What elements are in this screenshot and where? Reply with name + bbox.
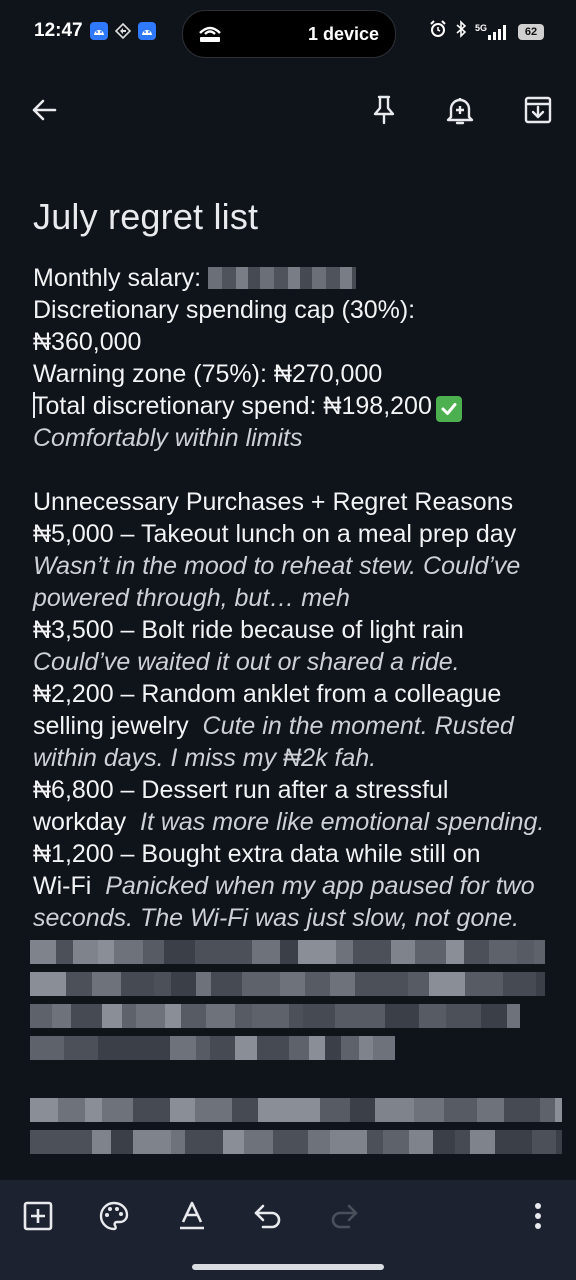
purchase-item-3-line2: selling jewelry — [33, 712, 189, 740]
purchase-item-3: ₦2,200 – Random anklet from a colleague — [33, 680, 502, 708]
palette-button[interactable] — [92, 1196, 136, 1240]
note-body[interactable]: Monthly salary: Discretionary spending c… — [33, 262, 558, 934]
bell-plus-icon — [446, 95, 474, 130]
purchase-item-5-cont: Wi-Fi Panicked when my app paused for tw… — [33, 870, 558, 902]
bluetooth-icon — [455, 20, 467, 43]
text-format-icon — [178, 1200, 206, 1237]
regret-reason-4: It was more like emotional spending. — [140, 808, 545, 836]
redo-button[interactable] — [322, 1196, 366, 1240]
add-button[interactable] — [16, 1196, 60, 1240]
text-format-button[interactable] — [170, 1196, 214, 1240]
note-title[interactable]: July regret list — [33, 196, 258, 238]
cap-line: Discretionary spending cap (30%): — [33, 296, 416, 324]
archive-button[interactable] — [516, 90, 560, 134]
pin-icon — [371, 95, 397, 130]
alarm-icon — [429, 20, 447, 43]
total-text: Total discretionary spend: ₦198,200 — [33, 392, 432, 420]
archive-icon — [523, 95, 553, 130]
hotspot-icon — [197, 22, 223, 49]
redo-icon — [329, 1202, 359, 1235]
regret-reason-5a: Panicked when my app paused for two — [105, 872, 535, 900]
redacted-row — [30, 1004, 545, 1028]
arrow-left-icon — [30, 96, 58, 129]
undo-button[interactable] — [246, 1196, 290, 1240]
redacted-text-block-2 — [30, 1098, 562, 1162]
notification-icons — [90, 22, 156, 40]
redacted-text-block-1 — [30, 940, 545, 1068]
purchase-item-2: ₦3,500 – Bolt ride because of light rain — [33, 616, 464, 644]
android-app-icon-2 — [138, 22, 156, 40]
section-heading: Unnecessary Purchases + Regret Reasons — [33, 488, 514, 516]
status-bar: 12:47 1 device 5G 62 — [0, 0, 576, 66]
purchase-item-5-line2: Wi-Fi — [33, 872, 92, 900]
purchase-item-3-cont: selling jewelry Cute in the moment. Rust… — [33, 710, 558, 742]
check-mark-icon — [435, 396, 462, 422]
undo-icon — [253, 1202, 283, 1235]
pin-button[interactable] — [362, 90, 406, 134]
battery-indicator: 62 — [518, 23, 544, 40]
regret-reason-3a: Cute in the moment. Rusted — [202, 712, 514, 740]
note-toolbar — [0, 80, 576, 140]
nav-diamond-icon — [114, 22, 132, 40]
android-app-icon — [90, 22, 108, 40]
redacted-salary — [208, 267, 357, 289]
redacted-row — [30, 1098, 562, 1122]
status-note: Comfortably within limits — [33, 424, 303, 452]
purchase-item-4-cont: workday It was more like emotional spend… — [33, 806, 558, 838]
regret-reason-5b: seconds. The Wi-Fi was just slow, not go… — [33, 904, 520, 932]
purchase-item-4: ₦6,800 – Dessert run after a stressful — [33, 776, 449, 804]
purchase-item-1: ₦5,000 – Takeout lunch on a meal prep da… — [33, 520, 517, 548]
regret-reason-3b: within days. I miss my ₦2k fah. — [33, 744, 377, 772]
regret-reason-1b: powered through, but… meh — [33, 584, 350, 612]
back-button[interactable] — [22, 90, 66, 134]
device-count: 1 device — [307, 24, 379, 44]
warning-line: Warning zone (75%): ₦270,000 — [33, 360, 383, 388]
more-options-button[interactable] — [516, 1196, 560, 1240]
more-vert-icon — [534, 1202, 542, 1235]
add-box-icon — [23, 1201, 53, 1236]
redacted-row — [30, 972, 545, 996]
palette-icon — [98, 1200, 130, 1237]
redacted-row — [30, 1130, 562, 1154]
purchase-item-5: ₦1,200 – Bought extra data while still o… — [33, 840, 481, 868]
system-icons: 5G 62 — [429, 20, 544, 43]
purchase-item-4-line2: workday — [33, 808, 127, 836]
salary-label: Monthly salary: — [33, 264, 202, 292]
regret-reason-2: Could’ve waited it out or shared a ride. — [33, 648, 460, 676]
regret-reason-1a: Wasn’t in the mood to reheat stew. Could… — [33, 552, 521, 580]
cap-value: ₦360,000 — [33, 328, 142, 356]
gesture-navigation-bar[interactable] — [192, 1264, 384, 1270]
status-time: 12:47 — [34, 20, 83, 41]
dynamic-island[interactable]: 1 device — [182, 10, 396, 58]
reminder-button[interactable] — [438, 90, 482, 134]
redacted-row — [30, 940, 545, 964]
signal-icon: 5G — [475, 23, 510, 40]
bottom-bar — [0, 1180, 576, 1280]
salary-line: Monthly salary: — [33, 262, 558, 294]
redacted-row — [30, 1036, 545, 1060]
total-line: Total discretionary spend: ₦198,200 — [33, 390, 558, 422]
